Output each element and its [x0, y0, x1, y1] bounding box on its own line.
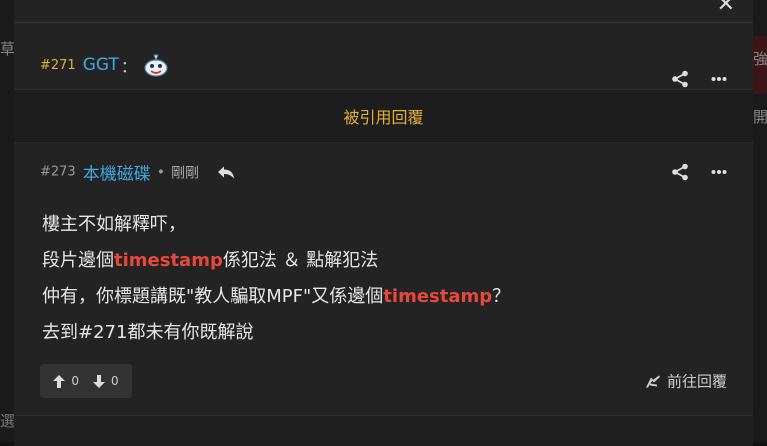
background-right: 強補 開上: [753, 0, 767, 442]
background-left: 草 選: [0, 0, 16, 442]
body-text: ？: [492, 286, 511, 307]
background-text-fragment: 草: [0, 40, 16, 58]
vote-box: 0 0: [40, 364, 132, 398]
downvote-icon: [93, 374, 105, 388]
quoted-reply-banner[interactable]: 被引用回覆: [14, 90, 753, 143]
reply-modal: ✕ #271 GGT ： 被引用回覆 #273 本機磁碟 • 剛剛 樓主不如解釋…: [14, 0, 753, 446]
avatar-icon: [144, 54, 168, 77]
background-text-fragment-bottom: 選: [0, 412, 16, 430]
body-line: 段片邊個timestamp係犯法 ＆ 點解犯法: [42, 243, 510, 279]
modal-topbar: ✕: [14, 0, 753, 23]
goto-reply-label: 前往回覆: [666, 372, 727, 391]
body-text: 段片邊個: [42, 250, 114, 271]
body-text: 仲有，你標題講既"教人騙取MPF"又係邊個: [42, 286, 384, 307]
upvote-icon: [53, 374, 66, 388]
more-icon[interactable]: [711, 76, 727, 82]
highlight-text: timestamp: [114, 250, 223, 271]
goto-reply-icon: [645, 375, 660, 387]
background-text-fragment-right-2: 開上: [753, 108, 767, 126]
post-body: 樓主不如解釋吓， 段片邊個timestamp係犯法 ＆ 點解犯法 仲有，你標題講…: [42, 207, 510, 351]
more-icon[interactable]: [711, 169, 727, 175]
body-line: 去到#271都未有你既解說: [42, 315, 510, 351]
reply-icon[interactable]: [217, 165, 235, 179]
post-number[interactable]: #271: [40, 58, 76, 73]
body-text: 去到#271都未有你既解說: [42, 322, 254, 343]
post-actions: [671, 163, 727, 181]
downvote-button[interactable]: 0: [93, 374, 119, 388]
post-actions: [671, 70, 727, 88]
separator-dot: •: [156, 164, 165, 180]
goto-reply-button[interactable]: 前往回覆: [645, 371, 727, 392]
share-icon[interactable]: [671, 70, 689, 88]
share-icon[interactable]: [671, 163, 689, 181]
post-header: #271 GGT ：: [40, 52, 171, 78]
post-271: #271 GGT ：: [14, 23, 753, 90]
downvote-count: 0: [111, 374, 119, 388]
post-number[interactable]: #273: [40, 165, 76, 180]
username[interactable]: 本機磁碟: [83, 160, 151, 185]
body-text: 係犯法 ＆ 點解犯法: [222, 250, 379, 271]
upvote-button[interactable]: 0: [53, 374, 79, 388]
close-icon[interactable]: ✕: [717, 0, 735, 16]
upvote-count: 0: [71, 374, 79, 388]
highlight-text: timestamp: [383, 286, 493, 307]
username[interactable]: GGT: [83, 55, 119, 75]
body-text: 樓主不如解釋吓，: [42, 214, 186, 235]
post-273: #273 本機磁碟 • 剛剛 樓主不如解釋吓， 段片邊個timestamp係犯法…: [14, 143, 753, 416]
username-colon: ：: [120, 57, 137, 76]
post-time: 剛剛: [170, 165, 199, 181]
post-header: #273 本機磁碟 • 剛剛: [40, 160, 235, 185]
body-line: 仲有，你標題講既"教人騙取MPF"又係邊個timestamp？: [42, 279, 510, 315]
background-text-fragment-right: 強補: [753, 50, 767, 68]
body-line: 樓主不如解釋吓，: [42, 207, 510, 243]
